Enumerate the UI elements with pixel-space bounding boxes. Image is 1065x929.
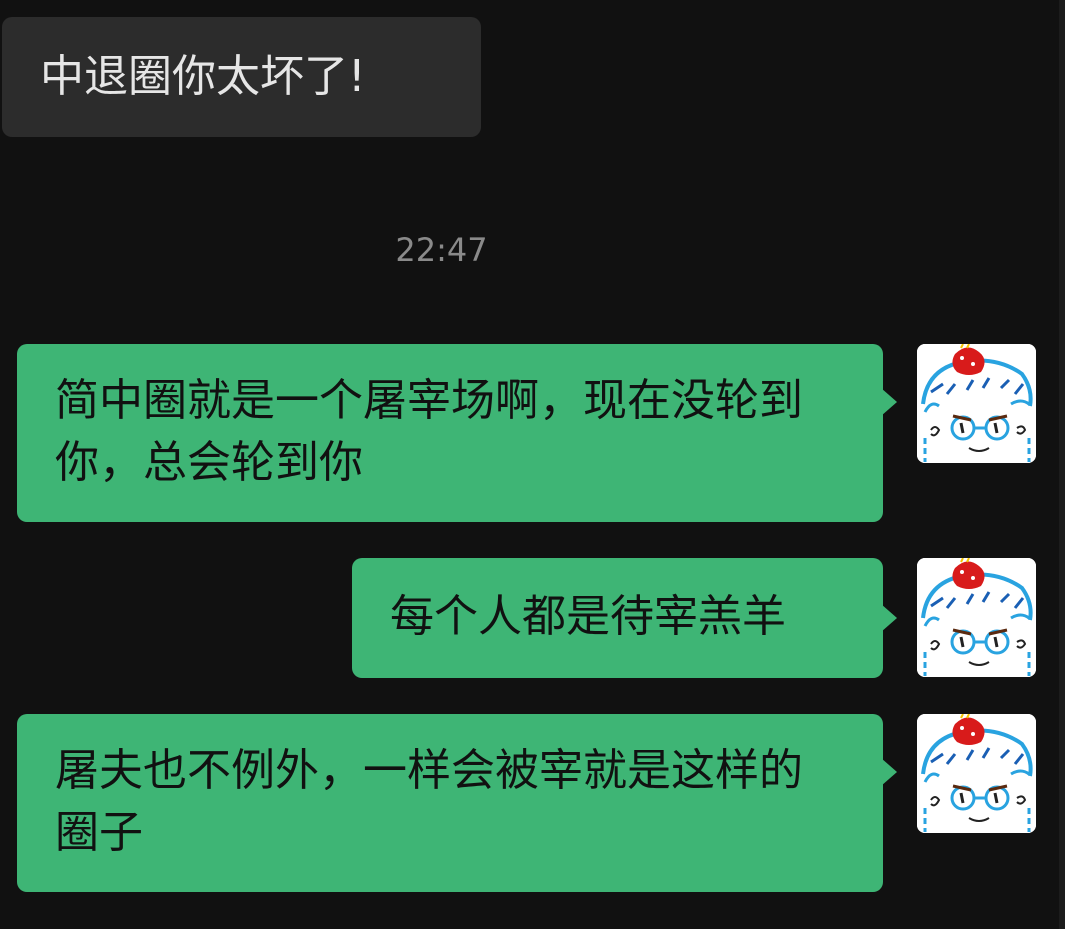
avatar[interactable] bbox=[917, 558, 1036, 677]
scrollbar-track[interactable] bbox=[1059, 0, 1065, 929]
outgoing-message-bubble[interactable]: 每个人都是待宰羔羊 bbox=[352, 558, 897, 678]
incoming-message-bubble[interactable]: 中退圈你太坏了! bbox=[2, 17, 481, 137]
message-text: 屠夫也不例外，一样会被宰就是这样的圈子 bbox=[55, 745, 803, 858]
outgoing-message-bubble[interactable]: 简中圈就是一个屠宰场啊，现在没轮到你，总会轮到你 bbox=[17, 344, 897, 522]
chat-window: 中退圈你太坏了! 22:47 简中圈就是一个屠宰场啊，现在没轮到你，总会轮到你 bbox=[0, 0, 1065, 929]
message-text: 每个人都是待宰羔羊 bbox=[390, 591, 786, 642]
avatar[interactable] bbox=[917, 714, 1036, 833]
message-text: 简中圈就是一个屠宰场啊，现在没轮到你，总会轮到你 bbox=[55, 375, 803, 488]
message-text: 中退圈你太坏了! bbox=[40, 51, 366, 102]
cartoon-face-avatar-icon bbox=[917, 714, 1036, 833]
bubble-tail bbox=[881, 388, 897, 416]
bubble-tail bbox=[881, 604, 897, 632]
cartoon-face-avatar-icon bbox=[917, 344, 1036, 463]
avatar[interactable] bbox=[917, 344, 1036, 463]
cartoon-face-avatar-icon bbox=[917, 558, 1036, 677]
outgoing-message-bubble[interactable]: 屠夫也不例外，一样会被宰就是这样的圈子 bbox=[17, 714, 897, 892]
message-timestamp: 22:47 bbox=[395, 231, 488, 269]
bubble-tail bbox=[881, 758, 897, 786]
